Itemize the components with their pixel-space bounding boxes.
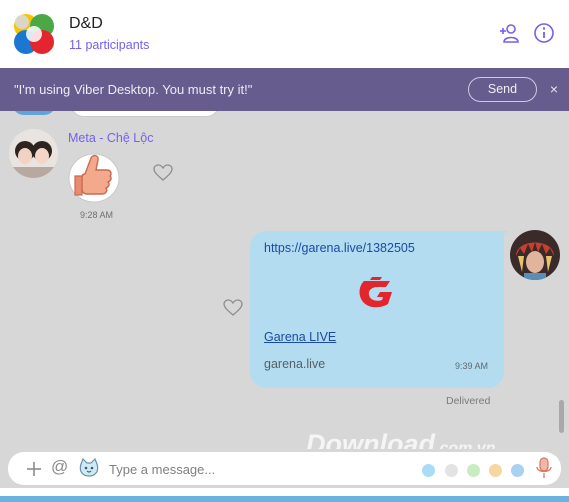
previous-avatar-edge — [12, 111, 56, 115]
emoji-category-dot[interactable] — [489, 464, 502, 477]
scrollbar[interactable] — [559, 400, 564, 433]
chat-header: D&D 11 participants — [0, 0, 569, 68]
message-input[interactable] — [109, 458, 289, 480]
link-preview-title[interactable]: Garena LIVE — [264, 330, 336, 344]
banner-send-button[interactable]: Send — [468, 77, 537, 102]
emoji-category-dot[interactable] — [467, 464, 480, 477]
watermark-text: Download — [306, 429, 435, 449]
composer-box: @ — [8, 452, 561, 485]
my-avatar[interactable] — [510, 230, 560, 280]
thumbs-up-sticker[interactable] — [67, 146, 121, 204]
watermark-suffix: .com.vn — [435, 440, 496, 449]
garena-logo-icon[interactable] — [356, 273, 398, 311]
taskbar-edge — [0, 496, 569, 502]
mic-icon[interactable] — [535, 457, 553, 479]
mention-icon[interactable]: @ — [51, 457, 68, 477]
message-time: 9:28 AM — [80, 210, 114, 220]
window-bottom-edge — [0, 488, 569, 502]
link-preview-domain: garena.live — [264, 357, 326, 371]
close-icon[interactable]: × — [547, 81, 561, 97]
participants-count[interactable]: 11 participants — [69, 38, 149, 52]
plus-icon[interactable] — [26, 461, 42, 477]
heart-icon[interactable] — [223, 299, 243, 317]
banner-message: "I'm using Viber Desktop. You must try i… — [14, 82, 253, 97]
heart-icon[interactable] — [153, 164, 173, 182]
message-list[interactable]: Meta - Chệ Lộc 9:28 AM https://garena.li… — [0, 111, 569, 449]
invite-banner: "I'm using Viber Desktop. You must try i… — [0, 68, 569, 111]
emoji-icon[interactable] — [79, 458, 99, 478]
info-icon[interactable] — [533, 22, 555, 44]
sender-name[interactable]: Meta - Chệ Lộc — [68, 131, 153, 145]
add-participant-icon[interactable] — [499, 22, 521, 44]
emoji-category-dot[interactable] — [445, 464, 458, 477]
composer-bar: @ — [0, 449, 569, 488]
watermark: Download.com.vn — [306, 429, 495, 449]
message-time: 9:39 AM — [455, 361, 489, 371]
bubble-tail — [496, 231, 508, 241]
message-link[interactable]: https://garena.live/1382505 — [264, 241, 415, 255]
sender-avatar[interactable] — [9, 129, 58, 178]
group-avatar[interactable] — [11, 11, 57, 57]
delivery-status: Delivered — [446, 395, 491, 407]
emoji-category-dot[interactable] — [422, 464, 435, 477]
group-title[interactable]: D&D — [69, 15, 103, 33]
outgoing-message-bubble[interactable]: https://garena.live/1382505 Garena LIVE … — [250, 231, 504, 388]
emoji-category-dot[interactable] — [511, 464, 524, 477]
previous-message-edge — [70, 111, 220, 117]
